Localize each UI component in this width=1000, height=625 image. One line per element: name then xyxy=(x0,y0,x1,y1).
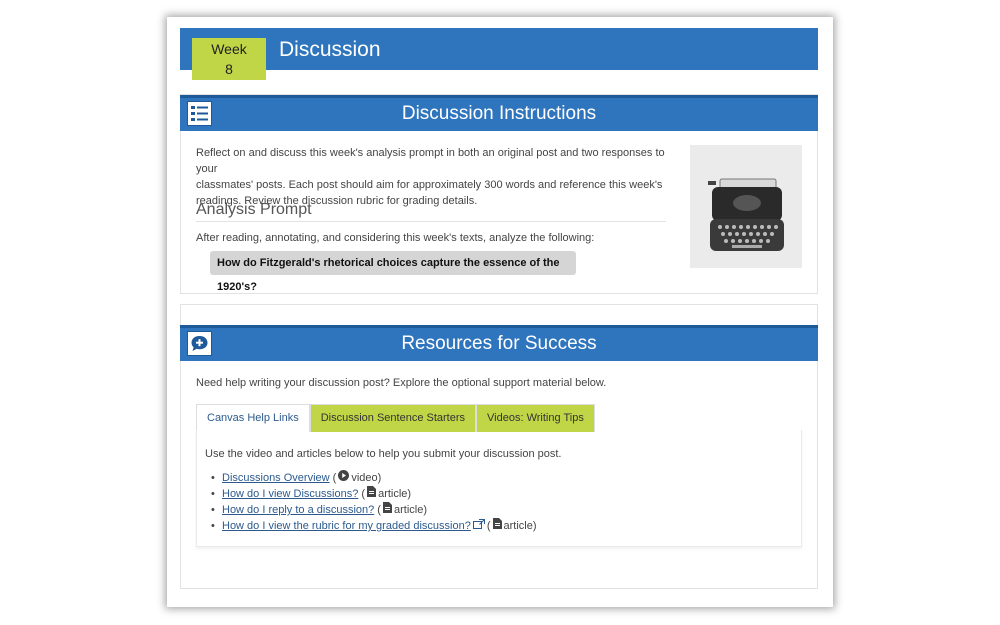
link-view-rubric[interactable]: How do I view the rubric for my graded d… xyxy=(222,518,471,534)
page-title: Discussion xyxy=(279,38,381,61)
link-kind: article) xyxy=(378,488,412,500)
link-kind: video) xyxy=(351,472,382,484)
link-reply-discussion[interactable]: How do I reply to a discussion? xyxy=(222,502,374,518)
help-links-list: Discussions Overview ( video) How do I v… xyxy=(211,470,537,534)
tab-intro: Use the video and articles below to help… xyxy=(205,448,562,460)
analysis-prompt-heading: Analysis Prompt xyxy=(196,201,312,218)
document-icon xyxy=(382,502,392,518)
instructions-line: Reflect on and discuss this week's analy… xyxy=(196,147,665,175)
instructions-line: classmates' posts. Each post should aim … xyxy=(196,179,663,191)
prompt-question: How do Fitzgerald's rhetorical choices c… xyxy=(210,251,576,293)
play-icon xyxy=(338,470,350,486)
divider xyxy=(196,221,666,222)
content-card: Week 8 Discussion Discussion Instruction… xyxy=(167,17,833,607)
list-item: Discussions Overview ( video) xyxy=(211,470,537,486)
link-discussions-overview[interactable]: Discussions Overview xyxy=(222,470,330,486)
list-item: How do I view Discussions? ( article) xyxy=(211,486,537,502)
instructions-text: Reflect on and discuss this week's analy… xyxy=(196,145,686,209)
page-header-bar xyxy=(180,28,818,70)
link-kind: article) xyxy=(503,520,537,532)
instructions-title: Discussion Instructions xyxy=(401,103,597,124)
tab-discussion-sentence-starters[interactable]: Discussion Sentence Starters xyxy=(309,404,477,432)
document-icon xyxy=(367,486,377,502)
list-item: How do I view the rubric for my graded d… xyxy=(211,518,537,534)
typewriter-photo xyxy=(690,145,802,268)
week-label: Week xyxy=(211,41,247,57)
week-badge: Week 8 xyxy=(192,38,266,80)
tab-videos-writing-tips[interactable]: Videos: Writing Tips xyxy=(476,404,595,432)
resource-tabs: Canvas Help Links Discussion Sentence St… xyxy=(196,404,595,432)
resources-intro: Need help writing your discussion post? … xyxy=(196,377,607,389)
week-number: 8 xyxy=(225,61,233,77)
list-item: How do I reply to a discussion? ( articl… xyxy=(211,502,537,518)
instructions-banner: Discussion Instructions xyxy=(180,95,818,131)
document-icon xyxy=(492,518,502,534)
resources-banner: Resources for Success xyxy=(180,325,818,361)
external-link-icon[interactable] xyxy=(472,518,485,534)
tab-canvas-help-links[interactable]: Canvas Help Links xyxy=(196,404,310,432)
link-view-discussions[interactable]: How do I view Discussions? xyxy=(222,486,358,502)
link-kind: article) xyxy=(393,504,427,516)
prompt-text: After reading, annotating, and consideri… xyxy=(196,232,595,244)
resources-title: Resources for Success xyxy=(401,333,597,354)
